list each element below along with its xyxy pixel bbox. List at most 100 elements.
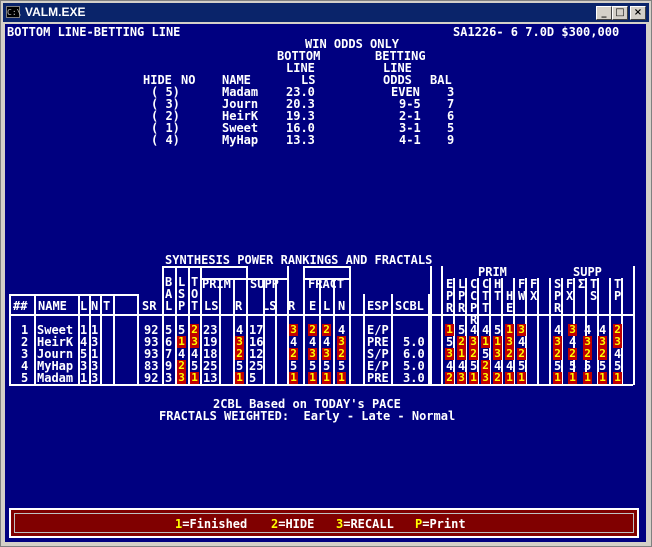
function-key-bar: 1=Finished 2=HIDE 3=RECALL P=Print: [9, 508, 639, 538]
col-header-supp-r: R: [288, 299, 296, 313]
row-supp-rank: 1: [568, 371, 577, 384]
grid-line: [137, 294, 139, 385]
col-header-ssig: Σ: [578, 277, 586, 291]
col-header-epr: R: [446, 301, 454, 315]
col-header-sts: S: [590, 289, 598, 303]
hide-key[interactable]: 2=HIDE: [271, 518, 314, 530]
grid-line: [391, 294, 393, 385]
row-n: 3: [91, 371, 99, 385]
minimize-icon[interactable]: _: [596, 6, 612, 20]
grid-line: [537, 278, 539, 385]
col-header-prim-ls: LS: [204, 299, 219, 313]
row-esp: PRE: [367, 371, 389, 385]
grid-line: [219, 278, 221, 385]
col-header-ctt: T: [482, 301, 490, 315]
grid-line: [34, 294, 36, 385]
col-header-tot: T: [191, 299, 199, 313]
row-prim-rank: 2: [445, 371, 454, 384]
col-header-sr: SR: [142, 299, 157, 313]
grid-line: [609, 278, 611, 385]
col-header-ht: T: [494, 289, 502, 303]
col-header-prim: PRIM: [202, 277, 231, 291]
odds-header-no: NO: [181, 73, 196, 87]
row-supp-rank: 1: [583, 371, 592, 384]
grid-line: [9, 384, 633, 386]
odds-ls-value: 13.3: [286, 133, 315, 147]
title-bar[interactable]: C:\ VALM.EXE _ □ ×: [3, 3, 649, 22]
row-supp-ls: 5: [249, 371, 257, 385]
row-name: Madam: [37, 371, 74, 385]
col-header-supp: SUPP: [250, 277, 279, 291]
col-header-fn: N: [338, 299, 346, 313]
row-bal: 3: [165, 371, 173, 385]
row-scbl: 3.0: [403, 371, 425, 385]
odds-bal-value: 9: [447, 133, 455, 147]
grid-line: [9, 294, 11, 385]
row-sr: 92: [144, 371, 159, 385]
odds-hide-no[interactable]: ( 4): [151, 134, 180, 146]
col-header-esp: ESP: [367, 299, 389, 313]
grid-line: [162, 266, 248, 268]
grid-line: [501, 278, 503, 385]
console-screen: BOTTOM LINE-BETTING LINE SA1226- 6 7.0D …: [5, 24, 646, 542]
col-header-e: E: [309, 299, 317, 313]
grid-line: [561, 278, 563, 385]
grid-line: [162, 266, 164, 385]
col-header-prim-r: R: [235, 299, 243, 313]
grid-line: [333, 278, 335, 385]
console-icon[interactable]: C:\: [6, 6, 21, 18]
col-header-he: E: [506, 301, 514, 315]
row-prim-r: 1: [235, 371, 244, 384]
grid-line: [549, 278, 551, 385]
screen-title: BOTTOM LINE-BETTING LINE: [7, 25, 181, 39]
grid-line: [233, 278, 235, 385]
col-header-t: T: [103, 299, 111, 313]
col-header-fl: L: [323, 299, 331, 313]
row-l: 1: [80, 371, 88, 385]
fractals-note: FRACTALS WEIGHTED: Early - Late - Normal: [159, 409, 456, 423]
col-header-sfx: X: [566, 289, 574, 303]
grid-line: [113, 294, 115, 385]
grid-line: [303, 266, 351, 268]
col-header-lpr: R: [458, 301, 466, 315]
grid-line: [100, 294, 102, 385]
race-info: SA1226- 6 7.0D $300,000: [453, 25, 620, 39]
odds-betting-line: 4-1: [399, 133, 421, 147]
col-header-fw: W: [518, 289, 526, 303]
col-header-l: L: [80, 299, 88, 313]
recall-key[interactable]: 3=RECALL: [336, 518, 394, 530]
maximize-icon[interactable]: □: [612, 6, 628, 20]
row-prim-rank: 1: [517, 371, 526, 384]
col-header-lsp: P: [178, 299, 186, 313]
row-supp-r: 1: [289, 371, 298, 384]
col-header-n: N: [91, 299, 99, 313]
close-icon[interactable]: ×: [630, 6, 646, 20]
col-header-stp: P: [614, 289, 622, 303]
grid-line: [430, 266, 432, 385]
row-prim-ls: 13: [203, 371, 218, 385]
row-tot: 1: [190, 371, 199, 384]
grid-line: [275, 278, 277, 385]
grid-line: [465, 278, 467, 385]
finished-key[interactable]: 1=Finished: [175, 518, 247, 530]
grid-line: [319, 278, 321, 385]
row-lsp: 3: [177, 371, 186, 384]
col-header-supp-ls: LS: [262, 299, 277, 313]
application-window: C:\ VALM.EXE _ □ × BOTTOM LINE-BETTING L…: [0, 0, 652, 547]
grid-line: [303, 266, 305, 385]
row-fract-l: 1: [322, 371, 331, 384]
synthesis-title: SYNTHESIS POWER RANKINGS AND FRACTALS: [165, 253, 433, 267]
window-title: VALM.EXE: [25, 5, 86, 19]
print-key[interactable]: P=Print: [415, 518, 466, 530]
col-header-name: NAME: [38, 299, 67, 313]
grid-line: [633, 266, 635, 385]
grid-line: [246, 266, 248, 385]
row-fract-n: 1: [337, 371, 346, 384]
row-prim-rank: 3: [481, 371, 490, 384]
row-prim-rank: 3: [457, 371, 466, 384]
grid-line: [363, 294, 365, 385]
col-header-fx: X: [530, 289, 538, 303]
col-header-spr: R: [554, 301, 562, 315]
col-header-fract: FRACT: [308, 277, 345, 291]
row-supp-rank: 1: [613, 371, 622, 384]
